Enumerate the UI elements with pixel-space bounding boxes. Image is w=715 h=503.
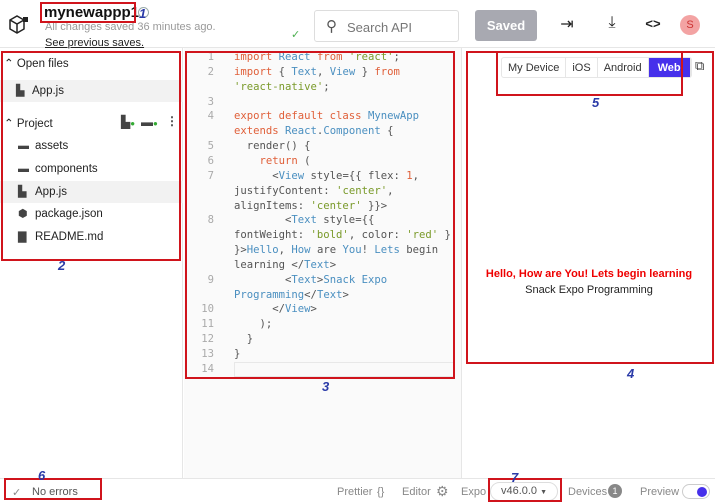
devices-count-badge: 1 xyxy=(608,484,622,498)
annotation-box xyxy=(40,2,136,23)
saved-button[interactable]: Saved xyxy=(475,10,537,41)
gear-icon[interactable]: ⚙ xyxy=(436,483,449,500)
annotation-box xyxy=(1,51,181,261)
annotation-box xyxy=(185,51,455,379)
prettier-button[interactable]: Prettier xyxy=(337,486,372,498)
expo-label: Expo xyxy=(461,486,487,498)
toggle-knob xyxy=(697,487,707,497)
annotation-number: 3 xyxy=(322,379,330,394)
annotation-box xyxy=(488,478,562,502)
open-in-device-icon[interactable]: ⇥ xyxy=(556,14,578,34)
devices-button[interactable]: Devices xyxy=(568,486,607,498)
snack-logo-icon[interactable] xyxy=(8,14,30,36)
check-icon: ✓ xyxy=(291,29,301,41)
download-icon[interactable]: ⤓ xyxy=(601,14,623,32)
annotation-box xyxy=(466,51,714,364)
annotation-number: 2 xyxy=(58,258,66,273)
editor-settings-button[interactable]: Editor xyxy=(402,486,431,498)
annotation-box xyxy=(496,51,683,96)
preview-toggle[interactable] xyxy=(682,484,710,499)
devices-count: 1 xyxy=(608,484,622,498)
prettier-icon[interactable]: {} xyxy=(377,486,384,498)
annotation-number: 6 xyxy=(38,468,46,483)
embed-code-icon[interactable]: <> xyxy=(642,16,664,31)
search-icon: ⚲ xyxy=(326,18,337,35)
annotation-number: 7 xyxy=(511,470,519,485)
annotation-number: 5 xyxy=(592,95,600,110)
status-bar: ✓ No errors Prettier {} Editor ⚙ Expo v4… xyxy=(0,478,715,503)
preview-label: Preview xyxy=(640,486,680,498)
annotation-number: 1 xyxy=(139,6,147,21)
annotation-box xyxy=(4,478,102,500)
search-placeholder: Search API xyxy=(347,20,413,35)
annotation-number: 4 xyxy=(627,366,635,381)
search-api-input[interactable]: ⚲ Search API xyxy=(314,10,459,42)
avatar[interactable]: S xyxy=(680,15,700,35)
